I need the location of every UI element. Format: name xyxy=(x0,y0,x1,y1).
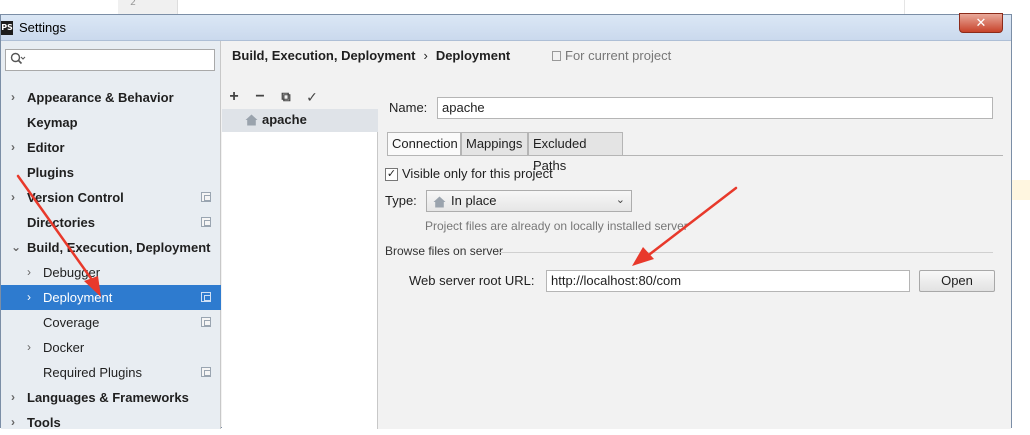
type-dropdown[interactable]: In place ⌄ xyxy=(426,190,632,212)
sidebar-item-directories[interactable]: Directories xyxy=(1,210,221,235)
sidebar-item-required-plugins[interactable]: Required Plugins xyxy=(1,360,221,385)
sidebar-item-build-execution-deployment[interactable]: ⌄ Build, Execution, Deployment xyxy=(1,235,221,260)
breadcrumb-separator: › xyxy=(423,48,428,63)
breadcrumb-parent: Build, Execution, Deployment xyxy=(232,48,416,63)
sidebar-item-label: Required Plugins xyxy=(43,365,143,380)
sidebar-item-label: Editor xyxy=(27,140,65,155)
sidebar-item-languages-frameworks[interactable]: › Languages & Frameworks xyxy=(1,385,221,410)
chevron-down-icon[interactable]: ⌄ xyxy=(11,235,21,260)
sidebar-item-version-control[interactable]: › Version Control xyxy=(1,185,221,210)
tab-divider xyxy=(387,155,1003,156)
open-button[interactable]: Open xyxy=(919,270,995,292)
web-root-url-label: Web server root URL: xyxy=(409,273,535,288)
sidebar-item-plugins[interactable]: Plugins xyxy=(1,160,221,185)
project-scope-icon xyxy=(201,192,211,202)
copy-server-button[interactable]: ⧉ xyxy=(276,87,296,107)
project-scope-icon xyxy=(201,292,211,302)
editor-line-number: 2 xyxy=(130,0,137,8)
search-icon xyxy=(10,52,26,69)
sidebar-item-tools[interactable]: › Tools xyxy=(1,410,221,435)
server-list-item[interactable]: apache xyxy=(222,109,378,132)
title-bar: PS Settings ✕ xyxy=(1,13,1011,41)
chevron-right-icon[interactable]: › xyxy=(11,85,15,110)
phpstorm-app-icon: PS xyxy=(1,21,13,35)
sidebar-item-keymap[interactable]: Keymap xyxy=(1,110,221,135)
sidebar-item-deployment[interactable]: › Deployment xyxy=(1,285,221,310)
add-server-button[interactable]: + xyxy=(224,87,244,107)
section-divider xyxy=(497,252,993,253)
chevron-right-icon[interactable]: › xyxy=(11,410,15,435)
background-editor-right xyxy=(1012,14,1030,428)
name-field[interactable]: apache xyxy=(437,97,993,119)
sidebar-item-editor[interactable]: › Editor xyxy=(1,135,221,160)
chevron-right-icon[interactable]: › xyxy=(27,285,31,310)
type-hint: Project files are already on locally ins… xyxy=(425,219,688,233)
sidebar-item-label: Keymap xyxy=(27,115,78,130)
home-icon xyxy=(245,114,258,126)
breadcrumb-current: Deployment xyxy=(435,48,511,63)
server-form: Name: apache Connection Mappings Exclude… xyxy=(379,85,1011,429)
name-label: Name: xyxy=(389,100,428,115)
sidebar-item-label: Build, Execution, Deployment xyxy=(27,240,211,255)
sidebar-item-label: Coverage xyxy=(43,315,100,330)
settings-window: PS Settings ✕ › Appearance & Behavior Keym… xyxy=(0,13,1012,430)
sidebar-item-label: Debugger xyxy=(43,265,101,280)
editor-gutter xyxy=(118,0,178,14)
scope-note: For current project xyxy=(552,48,671,63)
tab-connection[interactable]: Connection xyxy=(387,132,461,156)
chevron-right-icon[interactable]: › xyxy=(27,335,31,360)
chevron-right-icon[interactable]: › xyxy=(11,385,15,410)
sidebar-item-label: Version Control xyxy=(27,190,124,205)
project-scope-icon xyxy=(201,317,211,327)
sidebar-item-debugger[interactable]: › Debugger xyxy=(1,260,221,285)
home-icon xyxy=(433,196,446,208)
sidebar-item-docker[interactable]: › Docker xyxy=(1,335,221,360)
server-list-panel: + − ⧉ ✓ apache xyxy=(222,85,378,429)
window-title: Settings xyxy=(19,20,66,35)
sidebar-item-label: Docker xyxy=(43,340,85,355)
chevron-right-icon[interactable]: › xyxy=(11,185,15,210)
sidebar-item-label: Deployment xyxy=(43,290,113,305)
chevron-right-icon[interactable]: › xyxy=(11,135,15,160)
web-root-url-field[interactable]: http://localhost:80/com xyxy=(546,270,910,292)
chevron-down-icon: ⌄ xyxy=(615,194,625,206)
tab-excluded-paths[interactable]: Excluded Paths xyxy=(528,132,623,173)
server-toolbar: + − ⧉ ✓ xyxy=(222,85,378,109)
close-button[interactable]: ✕ xyxy=(959,13,1003,33)
background-editor-strip: 2 xyxy=(0,0,1030,14)
breadcrumb: Build, Execution, Deployment › Deployment xyxy=(232,48,510,63)
editor-right-margin xyxy=(904,0,905,14)
settings-content: Build, Execution, Deployment › Deployment … xyxy=(222,41,1011,429)
project-scope-icon xyxy=(201,367,211,377)
sidebar-item-label: Tools xyxy=(27,415,61,430)
sidebar-item-appearance-behavior[interactable]: › Appearance & Behavior xyxy=(1,85,221,110)
sidebar-item-coverage[interactable]: Coverage xyxy=(1,310,221,335)
settings-sidebar: › Appearance & Behavior Keymap › Editor Plugi… xyxy=(1,41,221,430)
scope-label: For current project xyxy=(565,48,672,63)
settings-search-input[interactable] xyxy=(5,49,215,71)
set-default-button[interactable]: ✓ xyxy=(302,87,322,107)
type-label: Type: xyxy=(385,193,417,208)
remove-server-button[interactable]: − xyxy=(250,87,270,107)
type-value: In place xyxy=(451,193,497,208)
sidebar-item-label: Appearance & Behavior xyxy=(27,90,174,105)
section-title: Browse files on server xyxy=(385,244,504,258)
sidebar-item-label: Plugins xyxy=(27,165,74,180)
sidebar-item-label: Directories xyxy=(27,215,95,230)
chevron-right-icon[interactable]: › xyxy=(27,260,31,285)
project-scope-icon xyxy=(552,51,561,61)
server-name: apache xyxy=(262,112,307,127)
sidebar-item-label: Languages & Frameworks xyxy=(27,390,189,405)
project-scope-icon xyxy=(201,217,211,227)
tab-mappings[interactable]: Mappings xyxy=(461,132,528,156)
visible-only-checkbox[interactable]: ✓ xyxy=(385,168,398,181)
editor-highlight-line xyxy=(1012,180,1030,200)
visible-only-label[interactable]: Visible only for this project xyxy=(402,166,553,181)
